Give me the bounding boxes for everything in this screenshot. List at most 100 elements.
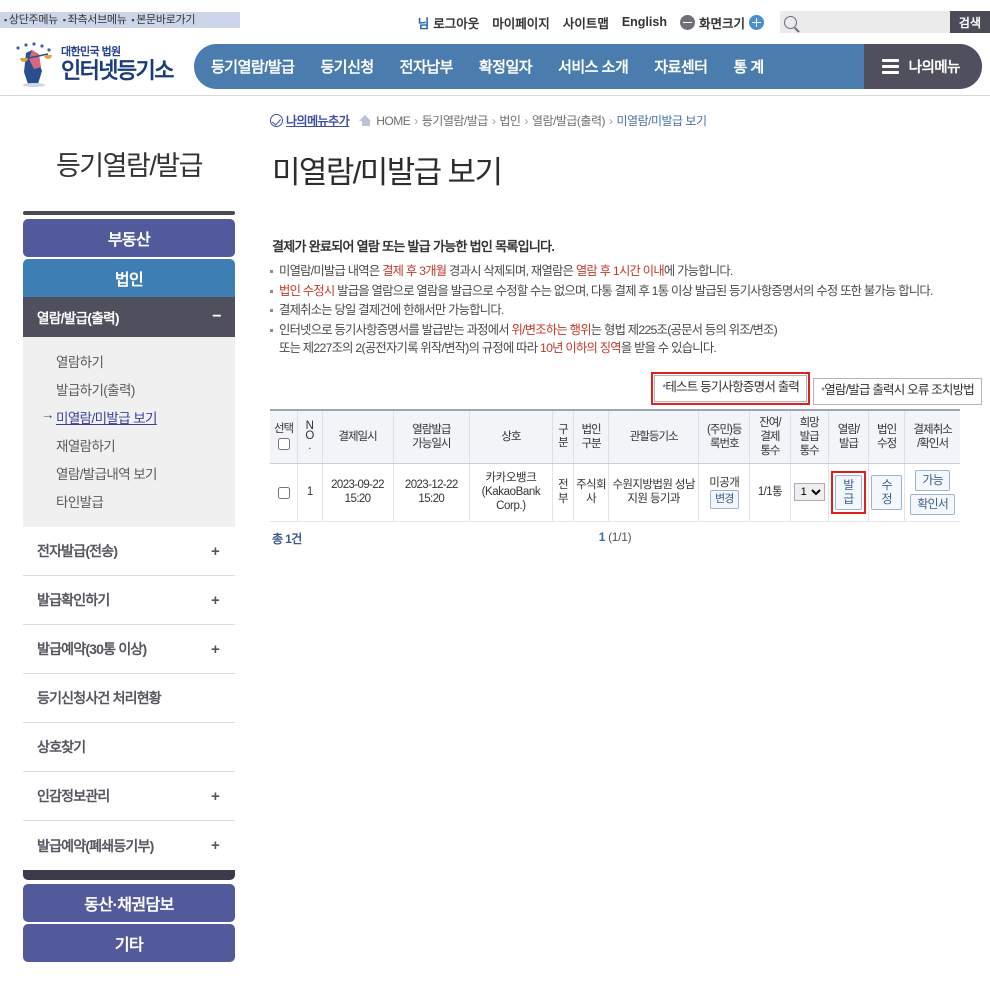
edit-button[interactable]: 수정 xyxy=(871,474,903,510)
th-cancel-confirm: 결제취소 /확인서 xyxy=(904,409,960,464)
th-view-issue: 열람/ 발급 xyxy=(827,409,869,464)
issue-button-highlight: 발급 xyxy=(830,470,867,514)
sidebar-row-find-company[interactable]: 상호찾기 xyxy=(23,723,235,772)
site-search: 검색 xyxy=(780,11,990,33)
change-registration-number-button[interactable]: 변경 xyxy=(709,489,739,509)
skip-link-sub-menu[interactable]: 좌측서브메뉴 xyxy=(68,14,127,26)
zoom-label: 화면크기 xyxy=(698,16,745,31)
logo-text: 대한민국 법원 인터넷등기소 xyxy=(61,45,174,83)
logo-line1: 대한민국 법원 xyxy=(61,45,121,58)
th-corp-type: 법인 구분 xyxy=(573,409,609,464)
site-logo[interactable]: 대한민국 법원 인터넷등기소 xyxy=(8,41,174,87)
nav-item-registry-view[interactable]: 등기열람/발급 xyxy=(211,56,295,77)
cell-division: 전부 xyxy=(551,463,574,522)
nav-item-statistics[interactable]: 통 계 xyxy=(733,56,764,77)
sidebar-item-issue[interactable]: 발급하기(출력) xyxy=(23,375,235,403)
sidebar-button-corporation[interactable]: 법인 xyxy=(23,259,235,297)
plus-toggle-icon[interactable]: + xyxy=(211,788,220,805)
cell-select xyxy=(270,463,298,522)
sidebar-item-other-issue[interactable]: 타인발급 xyxy=(23,487,235,515)
court-scales-logo-icon xyxy=(8,41,60,87)
breadcrumb-item-3[interactable]: 열람/발급(출력) xyxy=(532,112,606,129)
skip-link-top-menu[interactable]: 상단주메뉴 xyxy=(9,14,58,26)
sidebar-row-e-issue[interactable]: 전자발급(전송) + xyxy=(23,527,235,576)
cell-payment-datetime: 2023-09-22 15:20 xyxy=(321,463,394,522)
chevron-right-icon: › xyxy=(491,113,496,128)
cell-cancel-confirm: 가능 확인서 xyxy=(904,463,960,522)
nav-item-data-center[interactable]: 자료센터 xyxy=(654,56,708,77)
cell-no: 1 xyxy=(297,463,322,522)
sidebar-row-issue-confirm[interactable]: 발급확인하기 + xyxy=(23,576,235,625)
breadcrumb-home[interactable]: HOME xyxy=(376,114,411,128)
username-suffix: 님 xyxy=(417,16,430,31)
minus-circle-icon[interactable] xyxy=(679,14,695,30)
skip-link-content[interactable]: 본문바로가기 xyxy=(136,14,195,26)
skip-navigation: ▪ 상단주메뉴 ▪ 좌측서브메뉴 ▪ 본문바로가기 xyxy=(0,12,240,28)
sidebar-item-view[interactable]: 열람하기 xyxy=(23,347,235,375)
mymenu-label: 나의메뉴 xyxy=(908,60,961,76)
mymenu-button[interactable]: 나의메뉴 xyxy=(863,44,982,89)
sidebar-row-closed-registry[interactable]: 발급예약(폐쇄등기부) + xyxy=(23,821,235,870)
logout-link[interactable]: 로그아웃 xyxy=(433,13,479,32)
chevron-right-icon: › xyxy=(609,113,613,128)
sidebar-submenu: 열람하기 발급하기(출력) 미열람/미발급 보기 재열람하기 열람/발급내역 보… xyxy=(23,337,235,527)
cell-desired-count: 1 xyxy=(789,463,829,522)
select-all-checkbox[interactable] xyxy=(277,438,290,451)
table-action-buttons: *테스트 등기사항증명서 출력 *열람/발급 출력시 오류 조치방법 xyxy=(270,371,982,405)
desired-count-select[interactable]: 1 xyxy=(793,483,825,501)
nav-item-epayment[interactable]: 전자납부 xyxy=(400,56,454,77)
nav-item-registry-apply[interactable]: 등기신청 xyxy=(320,56,374,77)
cancel-available-button[interactable]: 가능 xyxy=(915,469,950,491)
page-current[interactable]: 1 xyxy=(599,530,606,544)
print-error-guide-button[interactable]: *열람/발급 출력시 오류 조치방법 xyxy=(813,377,982,405)
minus-toggle-icon[interactable]: − xyxy=(212,308,221,326)
nav-item-fixed-date[interactable]: 확정일자 xyxy=(479,56,533,77)
mypage-link[interactable]: 마이페이지 xyxy=(492,13,550,32)
sidebar-row-seal-info[interactable]: 인감정보관리 + xyxy=(23,772,235,821)
sidebar-button-etc[interactable]: 기타 xyxy=(23,924,235,962)
search-field-wrap xyxy=(780,11,950,33)
sitemap-link[interactable]: 사이트맵 xyxy=(563,13,609,32)
nav-item-service-intro[interactable]: 서비스 소개 xyxy=(558,56,629,77)
th-corp-edit: 법인 수정 xyxy=(868,409,905,464)
plus-circle-icon[interactable] xyxy=(749,14,764,30)
add-to-mymenu-button[interactable]: 나의메뉴추가 xyxy=(270,112,350,129)
sidebar-button-movable-assets[interactable]: 동산·채권담보 xyxy=(23,884,235,922)
th-select: 선택 xyxy=(270,409,298,464)
sidebar-item-unviewed-unissued[interactable]: 미열람/미발급 보기 xyxy=(23,403,235,431)
issue-button[interactable]: 발급 xyxy=(834,474,863,510)
th-registry-office: 관할등기소 xyxy=(608,409,699,464)
th-payment-datetime: 결제일시 xyxy=(321,409,394,464)
th-company-name: 상호 xyxy=(469,409,553,464)
sidebar-item-review[interactable]: 재열람하기 xyxy=(23,431,235,459)
sidebar-button-realestate[interactable]: 부동산 xyxy=(23,219,235,257)
plus-toggle-icon[interactable]: + xyxy=(211,837,220,854)
print-error-guide-label: 열람/발급 출력시 오류 조치방법 xyxy=(824,382,975,397)
th-remaining-count: 잔여/ 결제 통수 xyxy=(749,409,791,464)
plus-toggle-icon[interactable]: + xyxy=(211,641,220,658)
plus-toggle-icon[interactable]: + xyxy=(211,543,220,560)
confirmation-button[interactable]: 확인서 xyxy=(910,493,955,515)
sidebar-row-case-status[interactable]: 등기신청사건 처리현황 xyxy=(23,674,235,723)
cell-available-datetime: 2023-12-22 15:20 xyxy=(392,463,470,522)
sidebar-section-view-issue[interactable]: 열람/발급(출력) − xyxy=(23,297,235,337)
th-division: 구분 xyxy=(551,409,574,464)
sidebar-row-label: 발급예약(30통 이상) xyxy=(37,641,147,657)
search-button[interactable]: 검색 xyxy=(949,11,990,33)
row-select-checkbox[interactable] xyxy=(277,486,290,499)
search-icon xyxy=(784,15,797,29)
notice-list: 미열람/미발급 내역은 결제 후 3개월 경과시 삭제되며, 재열람은 열람 후… xyxy=(270,262,982,358)
breadcrumb-item-1[interactable]: 등기열람/발급 xyxy=(422,112,489,129)
test-certificate-print-button[interactable]: *테스트 등기사항증명서 출력 xyxy=(654,374,808,402)
breadcrumb-item-2[interactable]: 법인 xyxy=(499,112,521,129)
page-title: 미열람/미발급 보기 xyxy=(272,155,503,190)
search-input[interactable] xyxy=(800,15,950,29)
sidebar-item-history[interactable]: 열람/발급내역 보기 xyxy=(23,459,235,487)
breadcrumb-current: 미열람/미발급 보기 xyxy=(616,114,708,128)
sidebar-row-label: 발급예약(폐쇄등기부) xyxy=(37,837,154,854)
plus-toggle-icon[interactable]: + xyxy=(211,592,220,609)
sidebar-row-label: 등기신청사건 처리현황 xyxy=(37,690,162,706)
sidebar-row-bulk-reservation[interactable]: 발급예약(30통 이상) + xyxy=(23,625,235,674)
english-link[interactable]: English xyxy=(622,15,667,29)
breadcrumb: 나의메뉴추가 HOME › 등기열람/발급 › 법인 › 열람/발급(출력) ›… xyxy=(270,96,982,129)
